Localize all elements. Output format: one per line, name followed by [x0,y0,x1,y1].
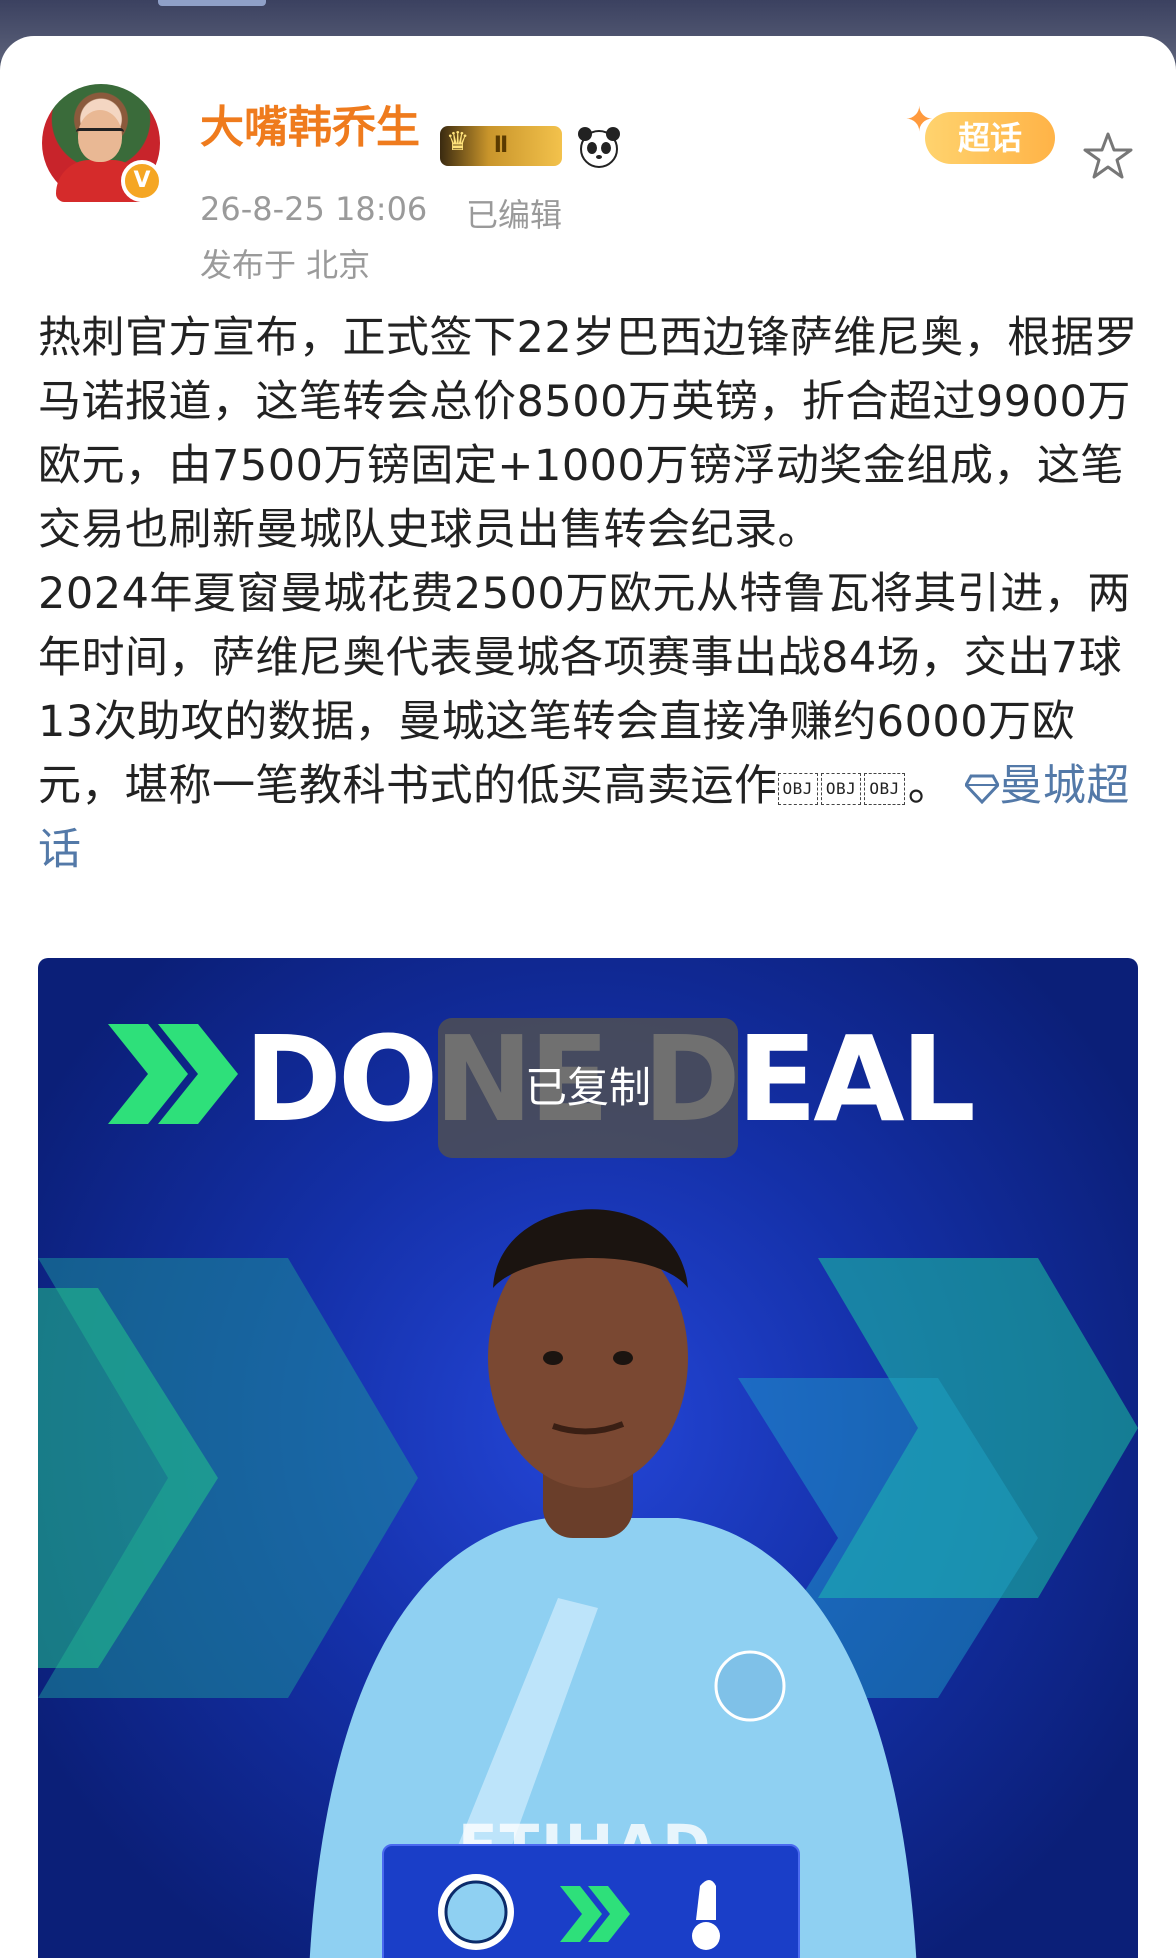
object-placeholder: OBJ [820,772,862,805]
verified-icon: V [121,160,163,202]
super-topic-label: 超话 [925,112,1055,164]
object-placeholder: OBJ [864,772,905,805]
transfer-graphic [438,1874,720,1950]
diamond-icon [964,774,1001,805]
favorite-star-icon[interactable] [1080,128,1136,184]
avatar-glasses [76,128,124,141]
period: 。 [907,761,952,811]
post-time: 26-8-25 18:06 [200,190,428,228]
edited-label: 已编辑 [466,196,563,234]
level-text: Ⅱ [493,133,509,158]
post-paragraph-1: 热刺官方宣布，正式签下22岁巴西边锋萨维尼奥，根据罗马诺报道，这笔转会总价850… [38,313,1138,555]
post-text[interactable]: 热刺官方宣布，正式签下22岁巴西边锋萨维尼奥，根据罗马诺报道，这笔转会总价850… [38,306,1138,882]
copied-toast: 已复制 [438,1018,738,1158]
panda-icon[interactable] [576,124,622,170]
super-topic-badge[interactable]: ✦ 超话 [905,100,1075,174]
post-card: V 大嘴韩乔生 ♛ Ⅱ 26-8-25 18:06 已编辑 发布于 北京 ✦ 超… [0,36,1176,1958]
transfer-bar [382,1844,800,1958]
post-paragraph-2: 2024年夏窗曼城花费2500万欧元从特鲁瓦将其引进，两年时间，萨维尼奥代表曼城… [38,562,1138,882]
author-name[interactable]: 大嘴韩乔生 [200,91,420,155]
level-badge[interactable]: ♛ Ⅱ [440,126,562,166]
top-tab-indicator [158,0,266,6]
object-placeholder: OBJ [777,772,818,805]
crown-icon: ♛ [446,127,470,157]
post-location: 发布于 北京 [200,246,371,284]
